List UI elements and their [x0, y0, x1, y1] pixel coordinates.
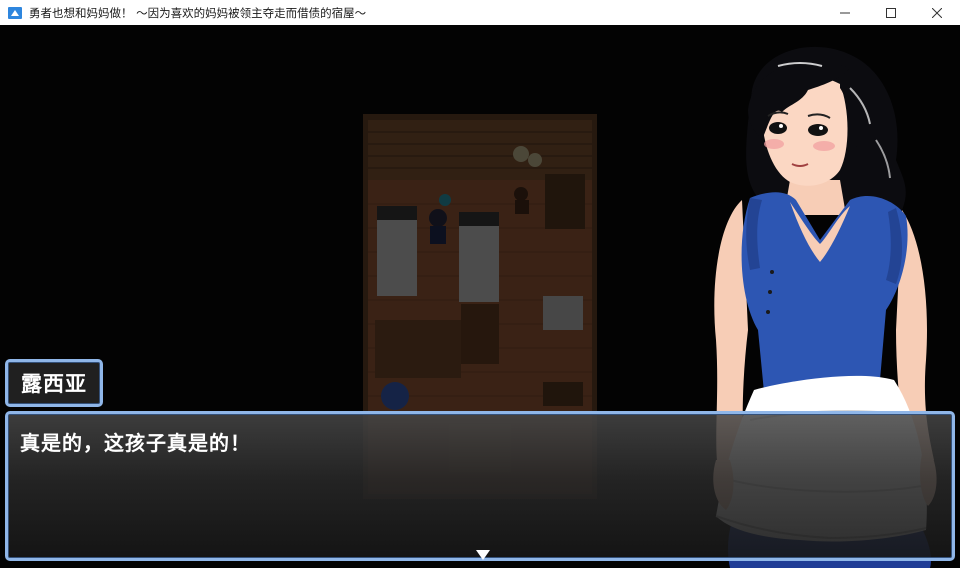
message-window[interactable]: 真是的，这孩子真是的！: [5, 411, 955, 561]
dialog-message: 真是的，这孩子真是的！: [20, 431, 251, 455]
speaker-name: 露西亚: [21, 372, 87, 396]
app-icon: [7, 5, 23, 21]
game-viewport[interactable]: 露西亚 真是的，这孩子真是的！: [0, 25, 960, 568]
window-title: 勇者也想和妈妈做！ ～因为喜欢的妈妈被领主夺走而借债的宿屋～: [29, 5, 367, 20]
title-bar: 勇者也想和妈妈做！ ～因为喜欢的妈妈被领主夺走而借债的宿屋～: [0, 0, 960, 26]
maximize-icon: [886, 7, 896, 18]
window-controls: [822, 0, 960, 25]
minimize-button[interactable]: [822, 0, 868, 25]
maximize-button[interactable]: [868, 0, 914, 25]
close-icon: [932, 7, 942, 18]
minimize-icon: [840, 12, 850, 13]
close-button[interactable]: [914, 0, 960, 25]
down-triangle-icon[interactable]: [476, 550, 490, 560]
speaker-name-box: 露西亚: [5, 359, 103, 407]
game-window: 勇者也想和妈妈做！ ～因为喜欢的妈妈被领主夺走而借债的宿屋～ 露西亚 真是的，这…: [0, 0, 960, 568]
